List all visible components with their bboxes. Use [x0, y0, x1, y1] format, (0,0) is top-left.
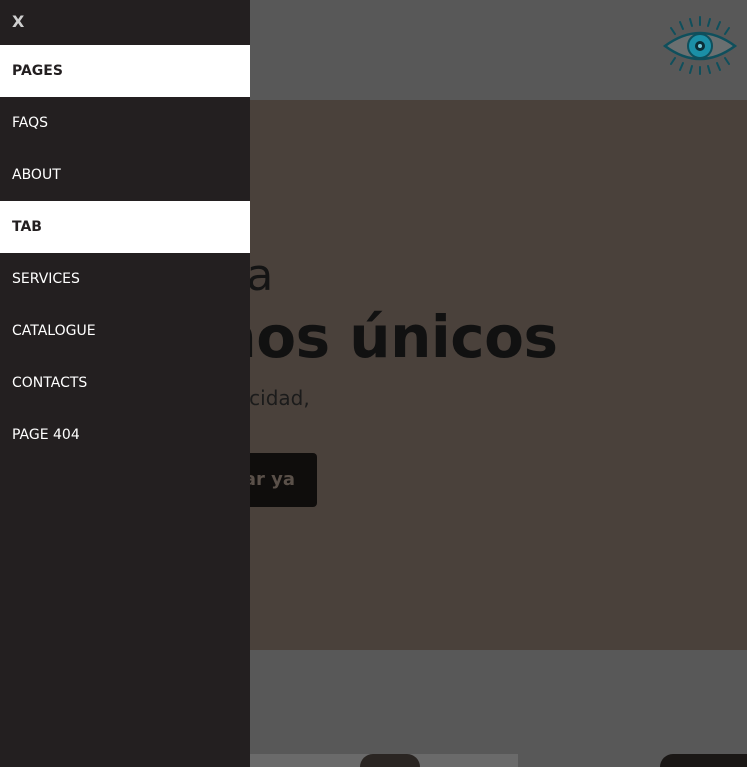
- image-card-photo: [660, 754, 747, 767]
- menu-item-about[interactable]: ABOUT: [0, 149, 250, 201]
- image-card[interactable]: [250, 754, 518, 767]
- close-menu-button[interactable]: X: [0, 0, 250, 44]
- image-card-photo: [360, 754, 420, 767]
- side-menu: X PAGES FAQS ABOUT TAB SERVICES CATALOGU…: [0, 0, 250, 767]
- eye-logo-icon[interactable]: [661, 14, 739, 76]
- menu-item-tab[interactable]: TAB: [0, 201, 250, 253]
- menu-item-page-404[interactable]: PAGE 404: [0, 409, 250, 461]
- menu-list: PAGES FAQS ABOUT TAB SERVICES CATALOGUE …: [0, 45, 250, 461]
- menu-item-catalogue[interactable]: CATALOGUE: [0, 305, 250, 357]
- menu-item-faqs[interactable]: FAQS: [0, 97, 250, 149]
- menu-item-pages[interactable]: PAGES: [0, 45, 250, 97]
- menu-item-contacts[interactable]: CONTACTS: [0, 357, 250, 409]
- image-card[interactable]: [520, 754, 747, 767]
- menu-item-services[interactable]: SERVICES: [0, 253, 250, 305]
